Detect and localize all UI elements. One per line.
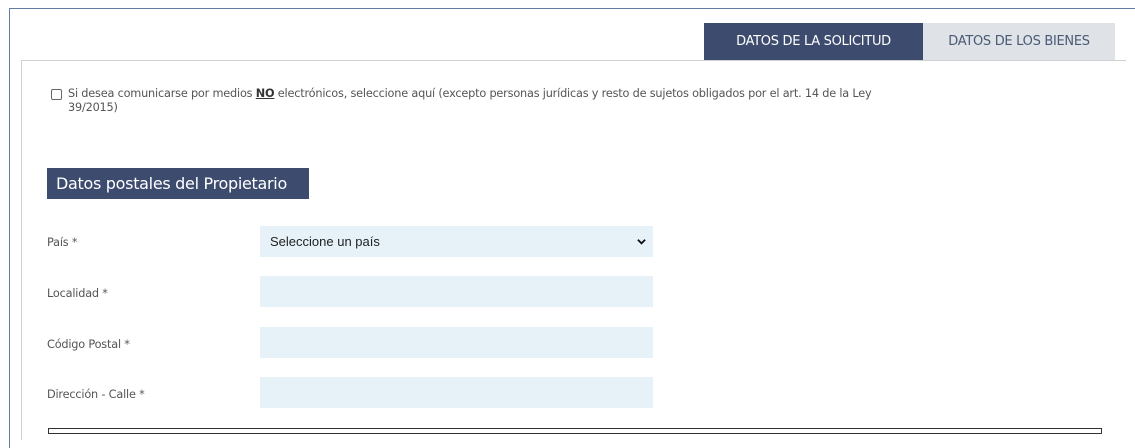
tab-bar: DATOS DE LA SOLICITUD DATOS DE LOS BIENE… [704, 23, 1115, 61]
localidad-input[interactable] [260, 276, 653, 307]
tab-datos-bienes[interactable]: DATOS DE LOS BIENES [923, 23, 1115, 61]
localidad-label: Localidad * [47, 287, 108, 300]
codigo-postal-label: Código Postal * [47, 338, 130, 351]
section-divider [48, 428, 1102, 434]
pais-select[interactable]: Seleccione un país [260, 226, 653, 257]
notice-row: Si desea comunicarse por medios NO elect… [51, 87, 908, 115]
direccion-label: Dirección - Calle * [47, 388, 145, 401]
section-title: Datos postales del Propietario [47, 168, 309, 199]
pais-select-value: Seleccione un país [270, 234, 380, 249]
pais-label: País * [47, 236, 78, 249]
tab-datos-solicitud[interactable]: DATOS DE LA SOLICITUD [704, 23, 923, 61]
non-electronic-checkbox[interactable] [51, 89, 62, 100]
notice-emphasis: NO [255, 87, 275, 100]
codigo-postal-input[interactable] [260, 327, 653, 358]
direccion-input[interactable] [260, 377, 653, 408]
notice-text: Si desea comunicarse por medios NO elect… [68, 87, 908, 115]
notice-text-part1: Si desea comunicarse por medios [68, 87, 256, 100]
chevron-down-icon [637, 239, 646, 245]
